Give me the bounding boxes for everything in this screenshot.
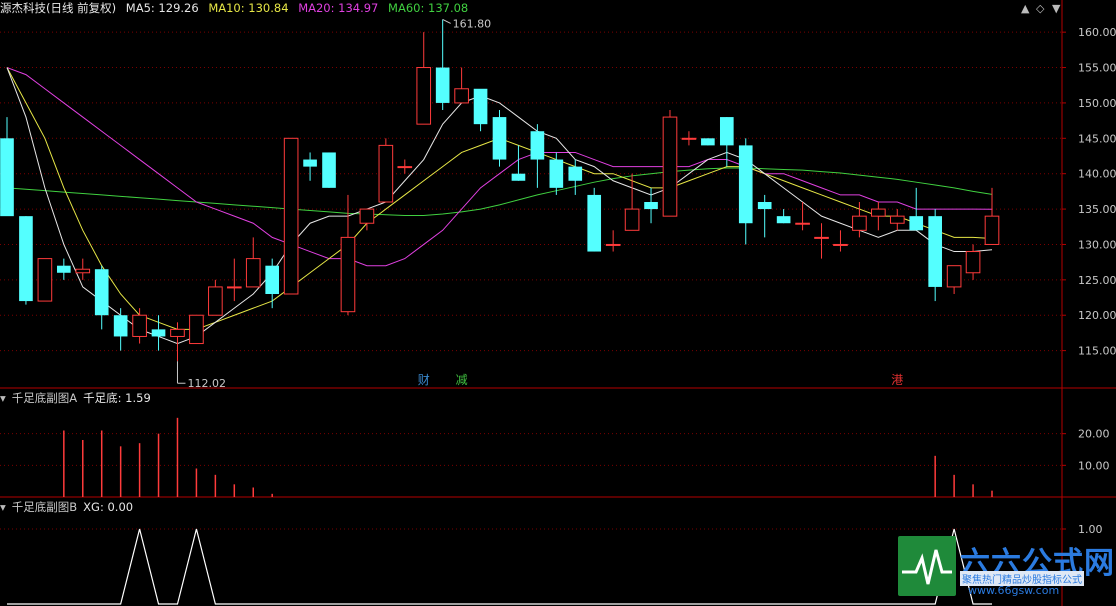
candle-body [303, 159, 317, 167]
ma10-label: MA10: 130.84 [208, 1, 289, 15]
y-tick-label: 10.00 [1078, 459, 1110, 472]
scroll-down-icon[interactable]: ▼ [1052, 2, 1060, 15]
panel-a-toggle-icon[interactable]: ▾ [0, 391, 6, 405]
panel-a-header: ▾ 千足底副图A 千足底: 1.59 [0, 390, 157, 406]
candle-body [435, 67, 450, 103]
main-header: 源杰科技(日线 前复权) MA5: 129.26 MA10: 130.84 MA… [0, 0, 474, 16]
candle-body [132, 314, 147, 337]
candle-body [189, 314, 204, 345]
candle-body [549, 159, 564, 188]
candle-body [416, 67, 432, 125]
candle-body [909, 216, 924, 231]
candle-body [852, 215, 867, 231]
candle-body [871, 208, 886, 217]
scroll-up-icon[interactable]: ▲ [1021, 2, 1029, 15]
candle-body [701, 138, 715, 146]
candle-body [322, 152, 336, 188]
event-marker: 港 [891, 373, 903, 387]
candle-body [795, 222, 810, 225]
candle-body [245, 258, 261, 288]
candle-body [814, 236, 829, 239]
y-tick-label: 125.00 [1078, 274, 1116, 287]
candle-body [776, 216, 791, 224]
panel-b-title: 千足底副图B [11, 500, 78, 514]
y-tick-label: 140.00 [1078, 168, 1116, 181]
y-tick-label: 135.00 [1078, 203, 1116, 216]
candle-body [946, 265, 962, 288]
candle-body [75, 268, 91, 274]
candle-body [208, 286, 223, 316]
candle-body [644, 202, 658, 210]
candle-body [94, 269, 109, 316]
candle-body [397, 166, 413, 169]
ma5-label: MA5: 129.26 [125, 1, 199, 15]
candle-body [113, 315, 128, 337]
site-logo: 六六公式网 聚焦热门精品炒股指标公式 www.66gsw.com [898, 536, 1116, 600]
candle-body [681, 137, 697, 140]
candle-body [833, 243, 848, 246]
panel-a-value: 千足底: 1.59 [83, 391, 151, 405]
candle-body [568, 166, 583, 181]
candle-body [37, 258, 53, 302]
candle-body [492, 117, 507, 160]
candle-body [928, 216, 942, 287]
candle-body [587, 194, 602, 252]
max-price-pointer [442, 18, 451, 24]
candle-body [359, 208, 375, 224]
stock-chart-window[interactable]: 115.00 120.00 125.00 130.00 135.00 140.00 145.… [0, 0, 1116, 606]
candle-body [624, 208, 640, 231]
candle-body [151, 329, 166, 337]
event-marker: 财 [418, 373, 430, 387]
max-price-label: 161.80 [453, 17, 492, 30]
candle-body [170, 328, 185, 337]
logo-url: www.66gsw.com [968, 584, 1060, 597]
y-tick-label: 150.00 [1078, 97, 1116, 110]
event-marker: 减 [456, 373, 468, 387]
candle-body [965, 251, 981, 274]
ma60-line [6, 167, 993, 216]
candle-body [454, 88, 469, 104]
candle-body [57, 265, 71, 273]
chart-logo-icon [898, 536, 956, 596]
candle-body [757, 202, 772, 210]
candle-body [378, 144, 394, 203]
panel-b-value: XG: 0.00 [83, 500, 134, 514]
candle-body [984, 215, 1000, 245]
candle-body [265, 265, 280, 294]
candle-body [738, 145, 753, 224]
chart-canvas[interactable]: 115.00 120.00 125.00 130.00 135.00 140.00 145.… [0, 0, 1116, 606]
stock-title: 源杰科技(日线 前复权) [0, 1, 117, 15]
candle-body [19, 216, 33, 302]
diamond-icon[interactable]: ◇ [1036, 2, 1044, 15]
candle-body [605, 243, 621, 246]
candle-body [340, 236, 356, 313]
candle-body [473, 88, 488, 125]
candle-body [719, 117, 734, 146]
min-price-label: 112.02 [187, 377, 226, 390]
y-tick-label: 120.00 [1078, 309, 1116, 322]
candle-body [0, 138, 14, 217]
ma5-line [6, 67, 993, 345]
panel-b-header: ▾ 千足底副图B XG: 0.00 [0, 499, 139, 515]
y-tick-label: 115.00 [1078, 345, 1116, 358]
y-tick-label: 130.00 [1078, 238, 1116, 251]
xg-signal-line [7, 528, 992, 605]
candle-body [889, 215, 905, 224]
panel-a-title: 千足底副图A [11, 391, 78, 405]
candle-body [283, 137, 299, 295]
y-tick-label: 20.00 [1078, 428, 1110, 441]
ma20-label: MA20: 134.97 [298, 1, 379, 15]
panel-b-toggle-icon[interactable]: ▾ [0, 500, 6, 514]
candle-body [511, 173, 526, 181]
y-tick-label: 160.00 [1078, 26, 1116, 39]
ma60-label: MA60: 137.08 [388, 1, 469, 15]
y-tick-label: 1.00 [1078, 523, 1103, 536]
candle-body [530, 131, 545, 160]
y-tick-label: 155.00 [1078, 62, 1116, 75]
y-tick-label: 145.00 [1078, 132, 1116, 145]
candle-body [226, 286, 242, 289]
candle-body [662, 116, 678, 217]
